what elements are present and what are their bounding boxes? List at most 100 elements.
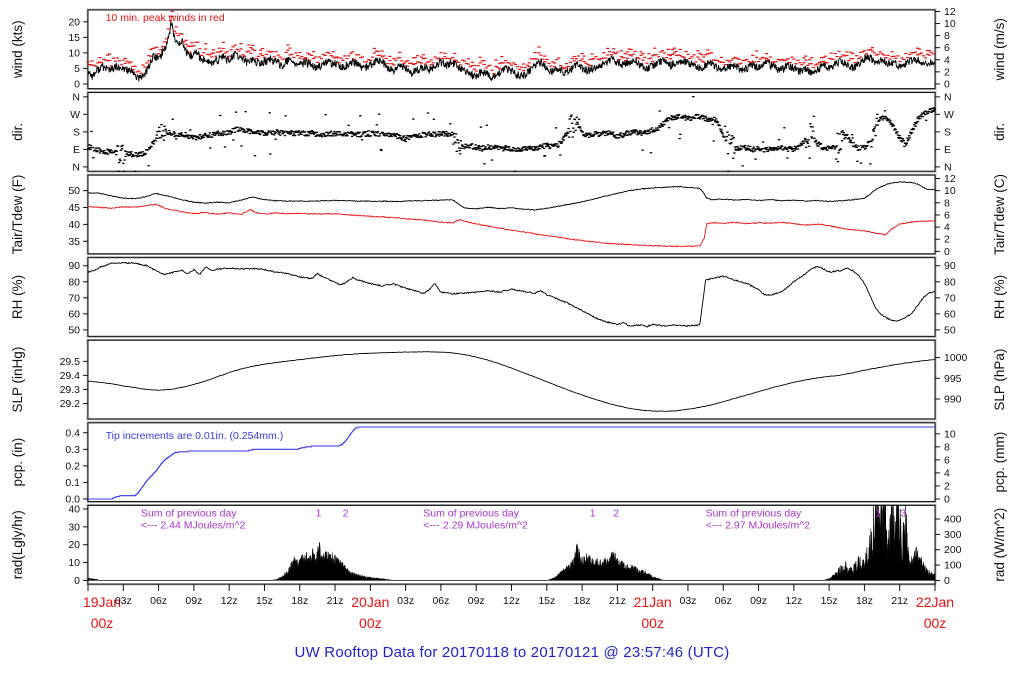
annotation: Sum of previous day [706,507,802,519]
axis-left-wind: 0 5 10 15 20 [68,16,88,90]
axis-left-slp: 29.2 29.3 29.4 29.5 [60,356,88,410]
x-tick: 21z [609,595,626,607]
svg-text:70: 70 [944,292,956,304]
axis-label-left-temp: Tair/Tdew (F) [10,175,25,255]
svg-text:30: 30 [68,521,80,533]
svg-text:15: 15 [68,32,80,44]
x-tick: 15z [256,595,273,607]
axis-label-left-slp: SLP (inHg) [10,347,25,413]
x-tick: 18z [856,595,873,607]
annotation: 1 [590,507,596,519]
svg-text:29.5: 29.5 [60,356,81,368]
svg-text:50: 50 [68,324,80,336]
panel-rad: 0102030400100200300400rad(Lgly/hr) rad (W… [10,503,1007,586]
svg-text:4: 4 [944,467,950,479]
svg-text:N: N [944,91,952,103]
svg-text:8: 8 [944,197,950,209]
svg-text:90: 90 [944,260,956,272]
svg-text:0: 0 [944,575,950,587]
svg-text:50: 50 [68,185,80,197]
panel-rh: 50 60 70 80 90 50 60 70 80 90 RH (%) RH (%) [10,256,1007,338]
svg-text:0: 0 [944,493,950,505]
x-tick: 09z [468,595,485,607]
annotation: 1 [876,507,882,519]
x-tick-day: 22Jan [916,594,954,610]
svg-text:6: 6 [944,209,950,221]
svg-text:0.1: 0.1 [65,477,80,489]
svg-text:5: 5 [74,63,80,75]
axis-label-right-rad: rad (W/m^2) [992,508,1007,582]
svg-text:0: 0 [74,78,80,90]
annotation: 2 [613,507,619,519]
x-tick-day-hour: 00z [359,615,382,631]
axis-right-wind: 024681012 [935,6,956,90]
svg-text:2: 2 [944,66,950,78]
x-tick: 15z [538,595,555,607]
svg-text:0: 0 [944,78,950,90]
svg-text:995: 995 [944,373,962,385]
svg-text:10: 10 [944,185,956,197]
axis-label-left-rad: rad(Lgly/hr) [10,510,25,579]
x-axis: 19Jan00z03z 06z 09z 12z 15z 18z 21z 20Jan00z03z… [83,584,954,631]
x-tick: 18z [291,595,308,607]
x-tick: 03z [679,595,696,607]
svg-text:990: 990 [944,394,962,406]
svg-text:80: 80 [944,276,956,288]
annotation: 3 [900,507,906,519]
axis-label-right-rh: RH (%) [992,275,1007,319]
axis-right-pcp: 0246810 [935,428,956,505]
axis-label-right-wind: wind (m/s) [992,18,1007,81]
svg-text:35: 35 [68,236,80,248]
x-tick: 12z [785,595,802,607]
svg-text:300: 300 [944,529,962,541]
svg-text:0.2: 0.2 [65,460,80,472]
panel-temp: 35404550024681012Tair/Tdew (F) Tair/Tdew … [10,173,1007,258]
svg-text:29.2: 29.2 [60,398,81,410]
x-tick: 18z [574,595,591,607]
x-tick-day: 20Jan [351,594,389,610]
x-tick: 06z [432,595,449,607]
svg-text:10: 10 [68,557,80,569]
svg-text:12: 12 [944,173,956,185]
svg-text:4: 4 [944,222,950,234]
axis-right-dir: NESWN [935,91,954,173]
x-tick: 06z [150,595,167,607]
svg-text:0: 0 [74,575,80,587]
svg-text:S: S [944,126,951,138]
svg-text:0: 0 [944,246,950,258]
svg-text:29.3: 29.3 [60,384,81,396]
svg-text:8: 8 [944,30,950,42]
uw-rooftop-meteogram: 0 5 10 15 20 0 2 4 6 8 10 12 wind (kts) wind (m/s) 10 … [0,0,1024,700]
svg-text:0.3: 0.3 [65,444,80,456]
panel-slp: 29.2 29.3 29.4 29.5 990 995 1000 SLP (inHg) SLP … [10,338,1007,421]
svg-text:400: 400 [944,513,962,525]
svg-text:1000: 1000 [944,352,968,364]
axis-left-temp: 35 40 45 50 [68,185,88,248]
svg-text:2: 2 [944,480,950,492]
svg-text:6: 6 [944,42,950,54]
svg-text:N: N [72,161,80,173]
axis-left-pcp: 0.00.10.20.30.4 [65,427,88,505]
annotation: 10 min. peak winds in red [106,12,225,24]
annotation: 2 [343,507,349,519]
axis-label-right-slp: SLP (hPa) [992,349,1007,411]
annotation: 1 [316,507,322,519]
annotation: <--- 2.29 MJoules/m^2 [423,519,528,531]
x-tick: 03z [115,595,132,607]
svg-text:2: 2 [944,234,950,246]
svg-text:20: 20 [68,16,80,28]
svg-text:29.4: 29.4 [60,370,81,382]
axis-right-rh: 50 60 70 80 90 [935,260,956,336]
axis-right-rad: 0 100 200 300 400 [935,513,962,587]
svg-text:70: 70 [68,292,80,304]
svg-text:10: 10 [944,18,956,30]
axis-label-right-pcp: pcp. (mm) [992,432,1007,493]
x-tick: 15z [821,595,838,607]
svg-text:45: 45 [68,202,80,214]
x-tick: 12z [503,595,520,607]
svg-text:8: 8 [944,441,950,453]
svg-text:60: 60 [944,308,956,320]
axis-label-right-dir: dir. [992,123,1007,141]
axis-label-left-rh: RH (%) [10,275,25,319]
svg-text:20: 20 [68,539,80,551]
